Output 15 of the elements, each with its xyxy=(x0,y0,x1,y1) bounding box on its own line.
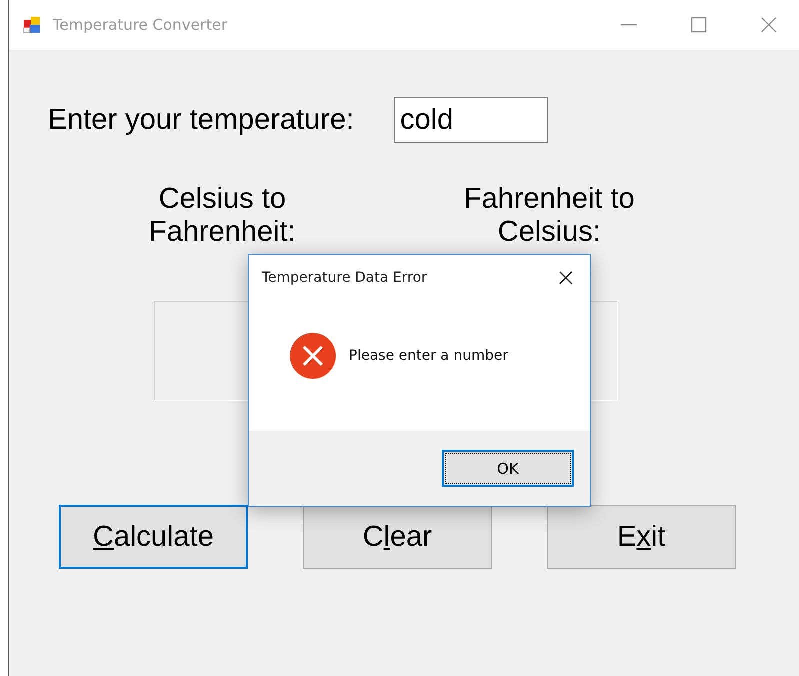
temperature-label: Enter your temperature: xyxy=(48,104,354,136)
dialog-title: Temperature Data Error xyxy=(262,270,428,286)
maximize-icon[interactable] xyxy=(691,17,707,33)
window-title: Temperature Converter xyxy=(53,16,228,34)
form-button[interactable]: Calculate xyxy=(59,505,248,569)
dialog-message: Please enter a number xyxy=(349,348,508,364)
temperature-input[interactable]: cold xyxy=(394,97,548,143)
form-button[interactable]: Clear xyxy=(303,505,492,569)
ok-button[interactable]: OK xyxy=(442,450,574,487)
form-button[interactable]: Exit xyxy=(547,505,736,569)
conversion-label: Fahrenheit to Celsius: xyxy=(463,183,636,249)
error-icon xyxy=(289,332,337,380)
app-icon xyxy=(23,16,41,34)
close-icon[interactable] xyxy=(559,271,573,285)
conversion-label: Celsius to Fahrenheit: xyxy=(148,183,297,249)
